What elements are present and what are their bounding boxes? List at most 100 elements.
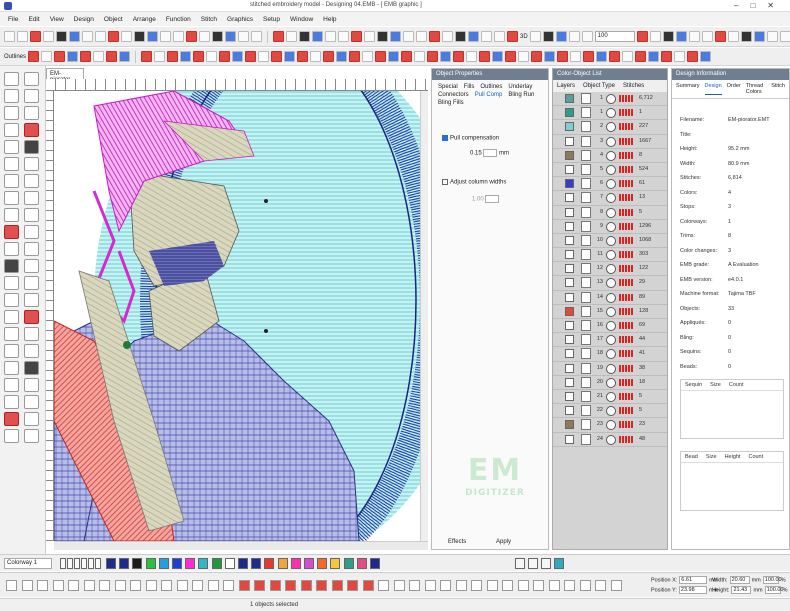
menu-stitch[interactable]: Stitch (201, 16, 217, 23)
stitch-type-button[interactable] (67, 51, 79, 62)
edit-tool-button[interactable] (424, 580, 436, 591)
tool-button[interactable] (24, 327, 39, 341)
toolbar-button[interactable] (581, 31, 593, 42)
thread-color-swatch[interactable] (317, 558, 328, 569)
apply-button[interactable]: Apply (496, 539, 511, 545)
tool-button[interactable] (24, 293, 39, 307)
stitch-type-button[interactable] (388, 51, 400, 62)
thread-color-swatch[interactable] (343, 558, 354, 569)
tool-button[interactable] (4, 395, 19, 409)
tab-outlines[interactable]: Outlines (480, 84, 502, 90)
tool-button[interactable] (24, 276, 39, 290)
edit-tool-button[interactable] (440, 580, 451, 591)
toolbar-button[interactable] (555, 31, 567, 42)
adjust-spinner[interactable] (485, 195, 500, 203)
toolbar-button[interactable] (542, 31, 554, 42)
color-object-row[interactable]: 2 227 (553, 120, 667, 135)
height-input[interactable]: 21.43 (731, 586, 752, 594)
tool-button[interactable] (24, 225, 39, 239)
pull-comp-checkbox[interactable] (442, 135, 448, 141)
edit-tool-button[interactable] (471, 580, 482, 591)
toolbar-button[interactable] (299, 31, 310, 42)
tool-button[interactable] (24, 140, 39, 154)
toolbar-button[interactable] (636, 31, 648, 42)
toolbar-button[interactable] (121, 31, 132, 42)
menu-file[interactable]: File (8, 16, 18, 23)
thread-color-swatch[interactable] (158, 558, 169, 569)
edit-tool-button[interactable] (564, 580, 575, 591)
edit-tool-button[interactable] (347, 580, 358, 591)
color-swatch[interactable] (565, 122, 574, 132)
stitch-type-button[interactable] (453, 51, 465, 62)
thread-color-swatch[interactable] (251, 558, 262, 569)
stitch-type-button[interactable] (375, 51, 387, 62)
stitch-type-button[interactable] (80, 51, 92, 62)
width-input[interactable]: 20.60 (729, 576, 750, 584)
thread-color-swatch[interactable] (370, 558, 380, 569)
toolbar-button[interactable] (688, 31, 700, 42)
tool-button[interactable] (24, 395, 39, 409)
tool-button[interactable] (24, 89, 39, 103)
tab-object-type[interactable]: Object Type (583, 83, 615, 89)
color-object-row[interactable]: 24 48 (553, 433, 667, 447)
thread-color-swatch[interactable] (264, 558, 275, 569)
color-object-row[interactable]: 18 41 (553, 347, 667, 362)
edit-tool-button[interactable] (114, 580, 126, 591)
thread-color-swatch[interactable] (277, 558, 288, 569)
edit-tool-button[interactable] (455, 580, 467, 591)
tab-special[interactable]: Special (438, 84, 458, 90)
tool-button[interactable] (24, 310, 39, 324)
3d-toggle[interactable]: 3D (520, 34, 528, 40)
stitch-type-button[interactable] (427, 51, 439, 62)
toolbar-button[interactable] (675, 31, 687, 42)
edit-tool-button[interactable] (21, 580, 33, 591)
stitch-type-button[interactable] (414, 51, 426, 62)
stitch-type-button[interactable] (518, 51, 530, 62)
toolbar-button[interactable] (494, 31, 505, 42)
edit-tool-button[interactable] (37, 580, 48, 591)
tool-button[interactable] (4, 106, 19, 120)
stitch-type-button[interactable] (609, 51, 621, 62)
tab-thread-colors[interactable]: Thread Colors (746, 83, 767, 95)
stitch-type-button[interactable] (648, 51, 660, 62)
stitch-type-button[interactable] (479, 51, 491, 62)
toolbar-button[interactable] (238, 31, 249, 42)
menu-setup[interactable]: Setup (263, 16, 280, 23)
stitch-type-button[interactable] (362, 51, 374, 62)
edit-tool-button[interactable] (502, 580, 513, 591)
stitch-type-button[interactable] (674, 51, 686, 62)
toolbar-button[interactable] (529, 31, 541, 42)
color-object-row[interactable]: 16 69 (553, 319, 667, 334)
stitch-type-button[interactable] (119, 51, 131, 62)
toolbar-button[interactable] (273, 31, 284, 42)
maximize-icon[interactable]: □ (750, 1, 767, 10)
toolbar-button[interactable] (95, 31, 106, 42)
toolbar-button[interactable] (649, 31, 661, 42)
tool-button[interactable] (4, 344, 19, 358)
height-pct-input[interactable]: 100.00 (764, 586, 783, 594)
menu-window[interactable]: Window (290, 16, 313, 23)
toolbar-button[interactable] (251, 31, 262, 42)
tab-fills[interactable]: Fills (464, 84, 475, 90)
edit-tool-button[interactable] (595, 580, 606, 591)
toolbar-button[interactable] (766, 31, 778, 42)
color-object-row[interactable]: 17 44 (553, 333, 667, 348)
tool-button[interactable] (4, 412, 19, 426)
colorbar-tool-button[interactable] (541, 558, 551, 569)
tab-layers[interactable]: Layers (557, 83, 575, 89)
tool-button[interactable] (4, 157, 19, 171)
pull-comp-spinner[interactable] (483, 149, 498, 157)
stitch-type-button[interactable] (310, 51, 322, 62)
thread-color-swatch[interactable] (132, 558, 143, 569)
edit-tool-button[interactable] (254, 580, 265, 591)
stitch-type-button[interactable] (193, 51, 205, 62)
stitch-type-button[interactable] (583, 51, 595, 62)
color-swatch[interactable] (565, 250, 574, 260)
menu-edit[interactable]: Edit (28, 16, 39, 23)
stitch-type-button[interactable] (544, 51, 556, 62)
color-object-row[interactable]: 15 128 (553, 305, 667, 319)
toolbar-button[interactable] (69, 31, 80, 42)
color-swatch[interactable] (565, 434, 574, 444)
stitch-type-button[interactable] (531, 51, 543, 62)
edit-tool-button[interactable] (269, 580, 281, 591)
